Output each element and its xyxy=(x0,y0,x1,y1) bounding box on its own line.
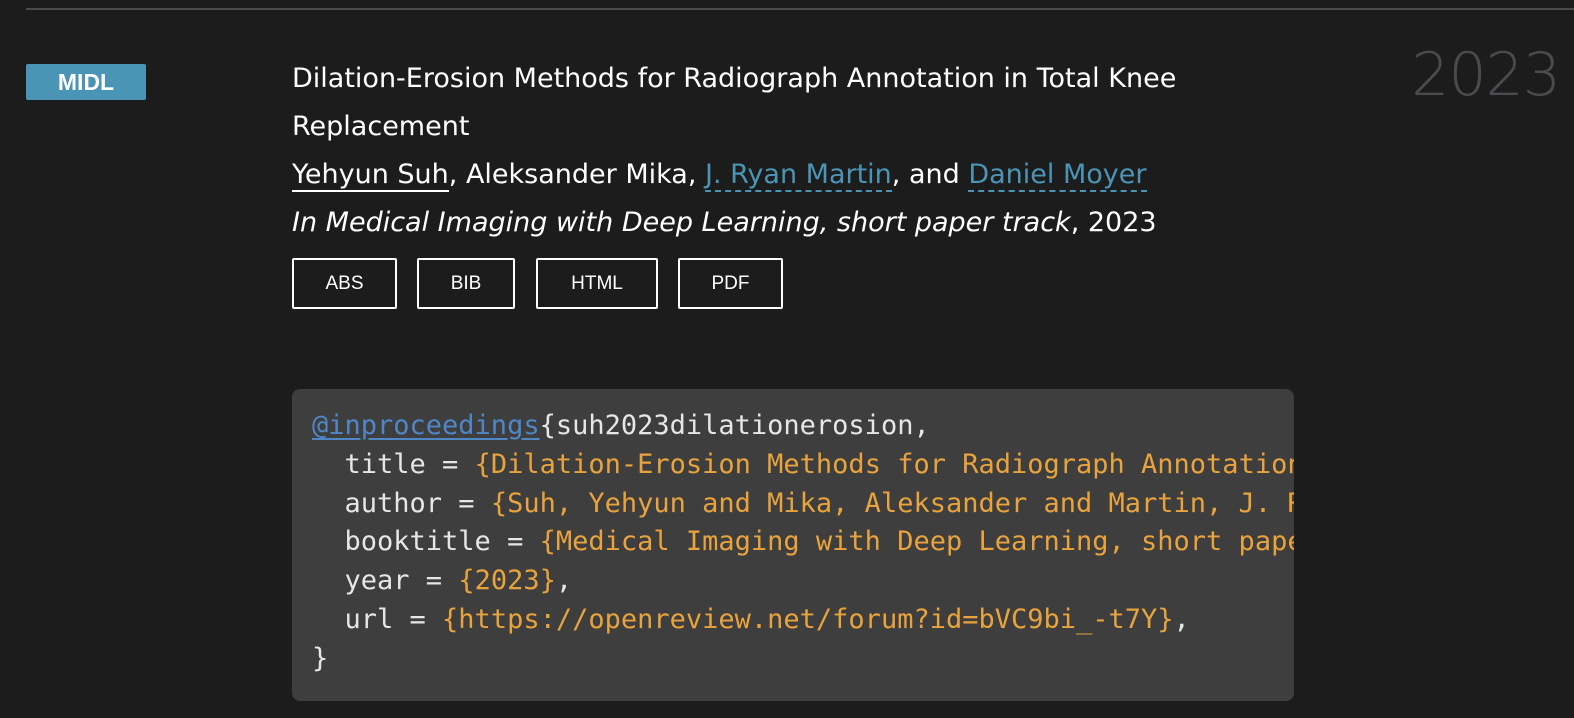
year-heading: 2023 xyxy=(1411,40,1561,110)
pdf-button[interactable]: PDF xyxy=(678,258,783,309)
html-button[interactable]: HTML xyxy=(536,258,658,309)
top-divider xyxy=(26,8,1574,10)
venue-badge[interactable]: MIDL xyxy=(26,64,146,100)
author-link[interactable]: Daniel Moyer xyxy=(968,159,1147,192)
bibtex-field-value: {2023} xyxy=(458,565,556,597)
author-separator: , xyxy=(448,159,466,190)
bibtex-field-value: {https://openreview.net/forum?id=bVC9bi_… xyxy=(442,603,1174,635)
publication-entry: Dilation-Erosion Methods for Radiograph … xyxy=(292,55,1302,247)
bibtex-field-name: url = xyxy=(312,603,443,635)
bibtex-field-name: author = xyxy=(312,487,491,519)
bibtex-field-value: {Dilation-Erosion Methods for Radiograph… xyxy=(474,448,1294,480)
bibtex-closing-brace: } xyxy=(312,642,329,674)
bibtex-field-name: year = xyxy=(312,565,459,597)
venue-name: In Medical Imaging with Deep Learning, s… xyxy=(292,207,1071,238)
abs-button[interactable]: ABS xyxy=(292,258,397,309)
bibtex-field-tail: , xyxy=(1173,603,1190,635)
author-link[interactable]: J. Ryan Martin xyxy=(705,159,892,192)
bibtex-field-value: {Medical Imaging with Deep Learning, sho… xyxy=(539,526,1294,558)
author-separator: , and xyxy=(891,159,969,190)
venue-year: , 2023 xyxy=(1070,207,1157,238)
author-self: Yehyun Suh xyxy=(292,159,449,192)
bibtex-field-tail: , xyxy=(555,565,573,597)
bib-button[interactable]: BIB xyxy=(417,258,515,309)
bibtex-entry-type[interactable]: @inproceedings xyxy=(312,410,540,441)
author-separator: , xyxy=(687,159,706,190)
publication-title: Dilation-Erosion Methods for Radiograph … xyxy=(292,63,1177,142)
bibtex-field-name: title = xyxy=(312,448,475,480)
author-list: Yehyun Suh, Aleksander Mika, J. Ryan Mar… xyxy=(292,151,1302,199)
author-name: Aleksander Mika xyxy=(465,159,688,190)
bibtex-field-value: {Suh, Yehyun and Mika, Aleksander and Ma… xyxy=(490,487,1294,519)
publication-venue: In Medical Imaging with Deep Learning, s… xyxy=(292,199,1302,247)
bibtex-field-name: booktitle = xyxy=(312,526,540,558)
bibtex-code: @inproceedings{suh2023dilationerosion, t… xyxy=(312,407,1294,679)
bibtex-key: {suh2023dilationerosion, xyxy=(539,410,930,441)
bibtex-block[interactable]: @inproceedings{suh2023dilationerosion, t… xyxy=(292,389,1294,701)
